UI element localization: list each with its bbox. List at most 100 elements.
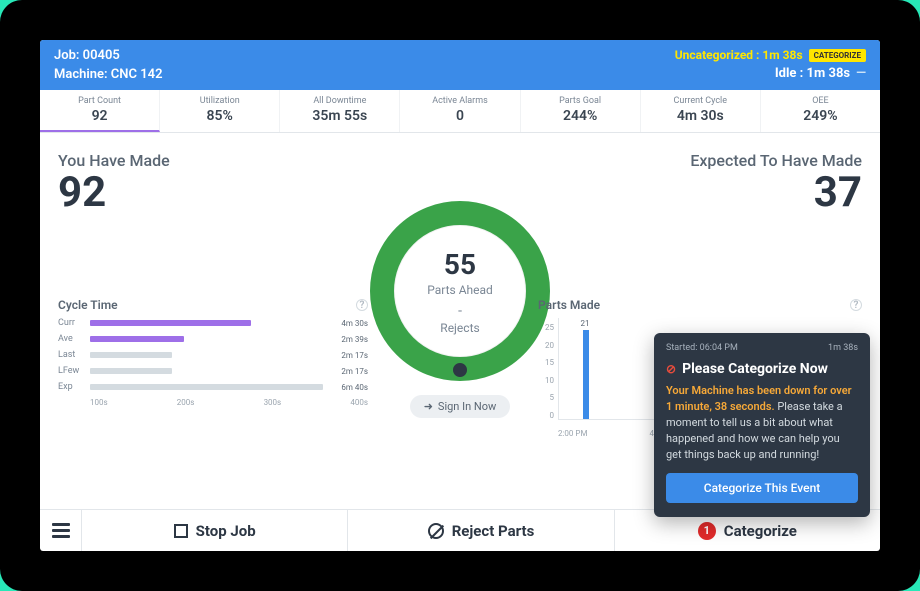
stat-parts-goal[interactable]: Parts Goal 244% <box>521 90 641 132</box>
expected-made-value: 37 <box>690 172 862 214</box>
cycle-chart-title-text: Cycle Time <box>58 298 118 312</box>
reject-icon <box>428 523 444 539</box>
job-label: Job: 00405 <box>54 48 163 63</box>
stat-alarms[interactable]: Active Alarms 0 <box>400 90 520 132</box>
categorize-event-button[interactable]: Categorize This Event <box>666 473 858 503</box>
uncategorized-status: Uncategorized : 1m 38s CATEGORIZE <box>675 48 866 62</box>
cycle-row-value: 4m 30s <box>341 319 368 328</box>
cycle-time-chart: Cycle Time ? Curr 4m 30s Ave 2m 39s Last 2m 1… <box>58 298 368 438</box>
cycle-bar-wrap <box>90 352 337 358</box>
cycle-bar-wrap <box>90 384 337 390</box>
sign-in-button[interactable]: ➜ Sign In Now <box>410 395 511 418</box>
stat-value: 85% <box>162 108 277 124</box>
warning-icon: ⊘ <box>666 362 676 376</box>
ring-label: Parts Ahead <box>427 283 493 297</box>
stat-label: Active Alarms <box>402 96 517 106</box>
progress-ring-wrap: 55 Parts Ahead - Rejects ➜ Sign In Now <box>370 201 550 418</box>
idle-menu-icon[interactable]: — <box>856 66 866 81</box>
header-right: Uncategorized : 1m 38s CATEGORIZE Idle :… <box>675 48 866 81</box>
stat-label: OEE <box>763 96 878 106</box>
stat-label: Current Cycle <box>643 96 758 106</box>
reject-parts-button[interactable]: Reject Parts <box>348 510 614 551</box>
stop-icon <box>174 524 188 538</box>
cycle-row-label: Ave <box>58 334 90 344</box>
progress-ring: 55 Parts Ahead - Rejects <box>370 201 550 381</box>
reject-label: Reject Parts <box>452 522 535 540</box>
help-icon[interactable]: ? <box>850 299 862 311</box>
cycle-row-label: Curr <box>58 318 90 328</box>
menu-button[interactable] <box>40 510 82 551</box>
ring-value: 55 <box>444 248 476 281</box>
cycle-row-label: Exp <box>58 382 90 392</box>
hamburger-icon <box>52 523 70 538</box>
stat-label: Parts Goal <box>523 96 638 106</box>
categorize-label: Categorize <box>724 522 797 540</box>
cycle-row-value: 2m 17s <box>341 351 368 360</box>
signin-label: Sign In Now <box>438 400 496 413</box>
stop-label: Stop Job <box>196 522 256 540</box>
stop-job-button[interactable]: Stop Job <box>82 510 348 551</box>
categorize-popup: Started: 06:04 PM 1m 38s ⊘ Please Catego… <box>654 333 870 517</box>
you-made-block: You Have Made 92 <box>58 151 170 214</box>
cycle-rows: Curr 4m 30s Ave 2m 39s Last 2m 17s LFew 2m 17s E… <box>58 318 368 392</box>
ring-rejects-dash: - <box>458 303 462 319</box>
popup-meta: Started: 06:04 PM 1m 38s <box>666 343 858 353</box>
header-bar: Job: 00405 Machine: CNC 142 Uncategorize… <box>40 40 880 90</box>
header-left: Job: 00405 Machine: CNC 142 <box>54 48 163 82</box>
machine-label: Machine: CNC 142 <box>54 67 163 82</box>
cycle-bar-wrap <box>90 336 337 342</box>
categorize-chip[interactable]: CATEGORIZE <box>809 49 866 62</box>
cycle-row: Last 2m 17s <box>58 350 368 360</box>
cycle-row-value: 2m 39s <box>341 335 368 344</box>
cycle-row-label: Last <box>58 350 90 360</box>
cycle-row: Exp 6m 40s <box>58 382 368 392</box>
ring-rejects-label: Rejects <box>440 321 479 335</box>
pm-bar <box>583 330 589 419</box>
signin-icon: ➜ <box>424 400 433 413</box>
pm-bar-label: 21 <box>581 319 590 328</box>
idle-text: Idle : 1m 38s <box>775 66 850 81</box>
stat-value: 244% <box>523 108 638 124</box>
stat-part-count[interactable]: Part Count 92 <box>40 90 160 132</box>
you-made-value: 92 <box>58 172 170 214</box>
stats-bar: Part Count 92 Utilization 85% All Downti… <box>40 90 880 133</box>
idle-status: Idle : 1m 38s — <box>775 66 866 81</box>
cycle-xaxis: 100s200s300s400s <box>90 398 368 407</box>
popup-started: Started: 06:04 PM <box>666 343 738 353</box>
stat-downtime[interactable]: All Downtime 35m 55s <box>280 90 400 132</box>
stat-label: Part Count <box>42 96 157 106</box>
stat-value: 4m 30s <box>643 108 758 124</box>
main-area: You Have Made 92 Expected To Have Made 3… <box>40 133 880 509</box>
stat-value: 92 <box>42 108 157 124</box>
pm-yaxis: 2520151050 <box>538 323 554 420</box>
pm-chart-title: Parts Made ? <box>538 298 862 312</box>
stat-utilization[interactable]: Utilization 85% <box>160 90 280 132</box>
cycle-bar-wrap <box>90 320 337 326</box>
tablet-frame: Job: 00405 Machine: CNC 142 Uncategorize… <box>0 0 920 591</box>
popup-title-text: Please Categorize Now <box>682 361 828 377</box>
help-icon[interactable]: ? <box>356 299 368 311</box>
stat-label: All Downtime <box>282 96 397 106</box>
screen: Job: 00405 Machine: CNC 142 Uncategorize… <box>40 40 880 551</box>
stat-current-cycle[interactable]: Current Cycle 4m 30s <box>641 90 761 132</box>
stat-value: 35m 55s <box>282 108 397 124</box>
popup-body: Your Machine has been down for over 1 mi… <box>666 383 858 463</box>
cycle-chart-title: Cycle Time ? <box>58 298 368 312</box>
cycle-row-value: 2m 17s <box>341 367 368 376</box>
stat-value: 249% <box>763 108 878 124</box>
cycle-row: Ave 2m 39s <box>58 334 368 344</box>
stat-label: Utilization <box>162 96 277 106</box>
pm-chart-title-text: Parts Made <box>538 298 600 312</box>
cycle-row: LFew 2m 17s <box>58 366 368 376</box>
popup-title: ⊘ Please Categorize Now <box>666 361 858 377</box>
stat-oee[interactable]: OEE 249% <box>761 90 880 132</box>
cycle-row-label: LFew <box>58 366 90 376</box>
cycle-row-value: 6m 40s <box>341 383 368 392</box>
categorize-badge: 1 <box>698 522 716 540</box>
uncategorized-text: Uncategorized : 1m 38s <box>675 48 803 62</box>
cycle-bar-wrap <box>90 368 337 374</box>
cycle-row: Curr 4m 30s <box>58 318 368 328</box>
expected-made-block: Expected To Have Made 37 <box>690 151 862 214</box>
popup-duration: 1m 38s <box>828 343 858 353</box>
stat-value: 0 <box>402 108 517 124</box>
